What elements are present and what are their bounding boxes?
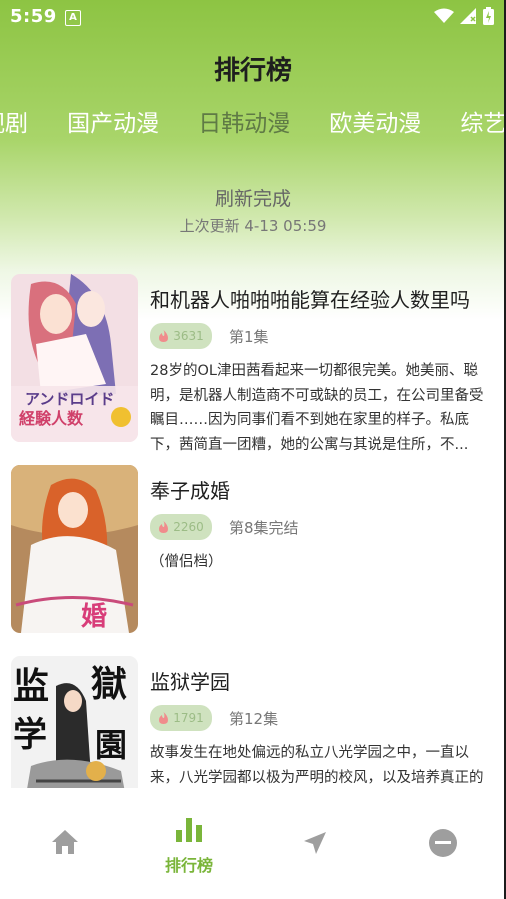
flame-icon	[159, 521, 169, 533]
tab-jpkr-anime[interactable]: 日韩动漫	[198, 104, 290, 138]
refresh-indicator: 刷新完成 上次更新 4-13 05:59	[0, 184, 506, 236]
nav-home[interactable]	[2, 828, 128, 860]
send-icon	[304, 832, 326, 854]
item-meta: 3631 第1集	[150, 323, 495, 349]
cell-signal-icon	[460, 8, 476, 24]
status-icons	[434, 7, 494, 25]
heat-count: 3631	[173, 329, 204, 343]
nav-ranking-label: 排行榜	[164, 856, 213, 875]
status-time: 5:59	[10, 6, 57, 27]
svg-text:経験人数: 経験人数	[19, 409, 84, 428]
item-description: 28岁的OL津田茜看起来一切都很完美。她美丽、聪明，是机器人制造商不可或缺的员工…	[150, 363, 484, 453]
category-tabs: 视剧 国产动漫 日韩动漫 欧美动漫 综艺	[0, 104, 506, 138]
refresh-title: 刷新完成	[214, 188, 291, 210]
heat-badge: 3631	[150, 323, 212, 349]
cover-image: 监 獄 学 園	[11, 656, 138, 788]
bottom-nav: 排行榜	[0, 788, 506, 899]
wifi-icon	[434, 8, 454, 23]
item-title: 和机器人啪啪啪能算在经验人数里吗	[150, 288, 470, 312]
app-screen: 5:59 A 排行榜 视剧 国产动漫 日韩动漫 欧美动漫 综艺 刷新完成 上次更…	[0, 0, 506, 899]
cover-image: アンドロイド 経験人数	[11, 274, 138, 442]
heat-count: 2260	[173, 520, 204, 534]
svg-text:アンドロイド: アンドロイド	[25, 390, 114, 408]
heat-count: 1791	[173, 711, 204, 725]
svg-text:獄: 獄	[91, 663, 127, 705]
battery-icon	[483, 7, 494, 25]
tab-variety[interactable]: 综艺	[460, 104, 506, 138]
svg-text:监: 监	[13, 665, 49, 707]
flame-icon	[159, 330, 169, 342]
item-meta: 1791 第12集	[150, 705, 495, 731]
svg-text:園: 園	[95, 726, 127, 764]
flame-icon	[159, 712, 169, 724]
svg-text:婚: 婚	[81, 602, 107, 632]
nav-profile[interactable]	[380, 828, 506, 862]
svg-text:学: 学	[13, 715, 47, 755]
episode-label: 第1集	[229, 327, 269, 346]
item-info: 和机器人啪啪啪能算在经验人数里吗 3631 第1集 28岁的OL津田茜看起来一切…	[150, 274, 495, 457]
item-description: （僧侣档）	[150, 554, 223, 570]
item-title: 奉子成婚	[150, 479, 230, 503]
app-notification-icon: A	[65, 10, 81, 26]
episode-label: 第12集	[229, 709, 279, 728]
tab-western-anime[interactable]: 欧美动漫	[329, 104, 421, 138]
item-description: 故事发生在地处偏远的私立八光学园之中，一直以来，八光学园都以极为严明的校风，以及…	[150, 745, 484, 786]
tab-tv-drama[interactable]: 视剧	[0, 104, 28, 138]
refresh-last-update: 上次更新 4-13 05:59	[179, 217, 327, 235]
nav-discover[interactable]	[252, 830, 378, 860]
item-meta: 2260 第8集完结	[150, 514, 495, 540]
ranking-list: アンドロイド 経験人数 和机器人啪啪啪能算在经验人数里吗 3631 第1集 28…	[0, 270, 506, 788]
item-title: 监狱学园	[150, 670, 230, 694]
item-info: 监狱学园 1791 第12集 故事发生在地处偏远的私立八光学园之中，一直以来，八…	[150, 656, 495, 788]
heat-badge: 1791	[150, 705, 212, 731]
bar-chart-icon	[176, 818, 202, 842]
home-icon	[52, 830, 78, 854]
page-title: 排行榜	[213, 56, 292, 86]
profile-icon	[429, 829, 457, 857]
cover-image: 婚	[11, 465, 138, 633]
tab-domestic-anime[interactable]: 国产动漫	[67, 104, 159, 138]
item-info: 奉子成婚 2260 第8集完结 （僧侣档）	[150, 465, 495, 648]
heat-badge: 2260	[150, 514, 212, 540]
status-bar: 5:59 A	[0, 0, 506, 34]
nav-ranking[interactable]: 排行榜	[126, 816, 252, 876]
episode-label: 第8集完结	[229, 518, 299, 537]
